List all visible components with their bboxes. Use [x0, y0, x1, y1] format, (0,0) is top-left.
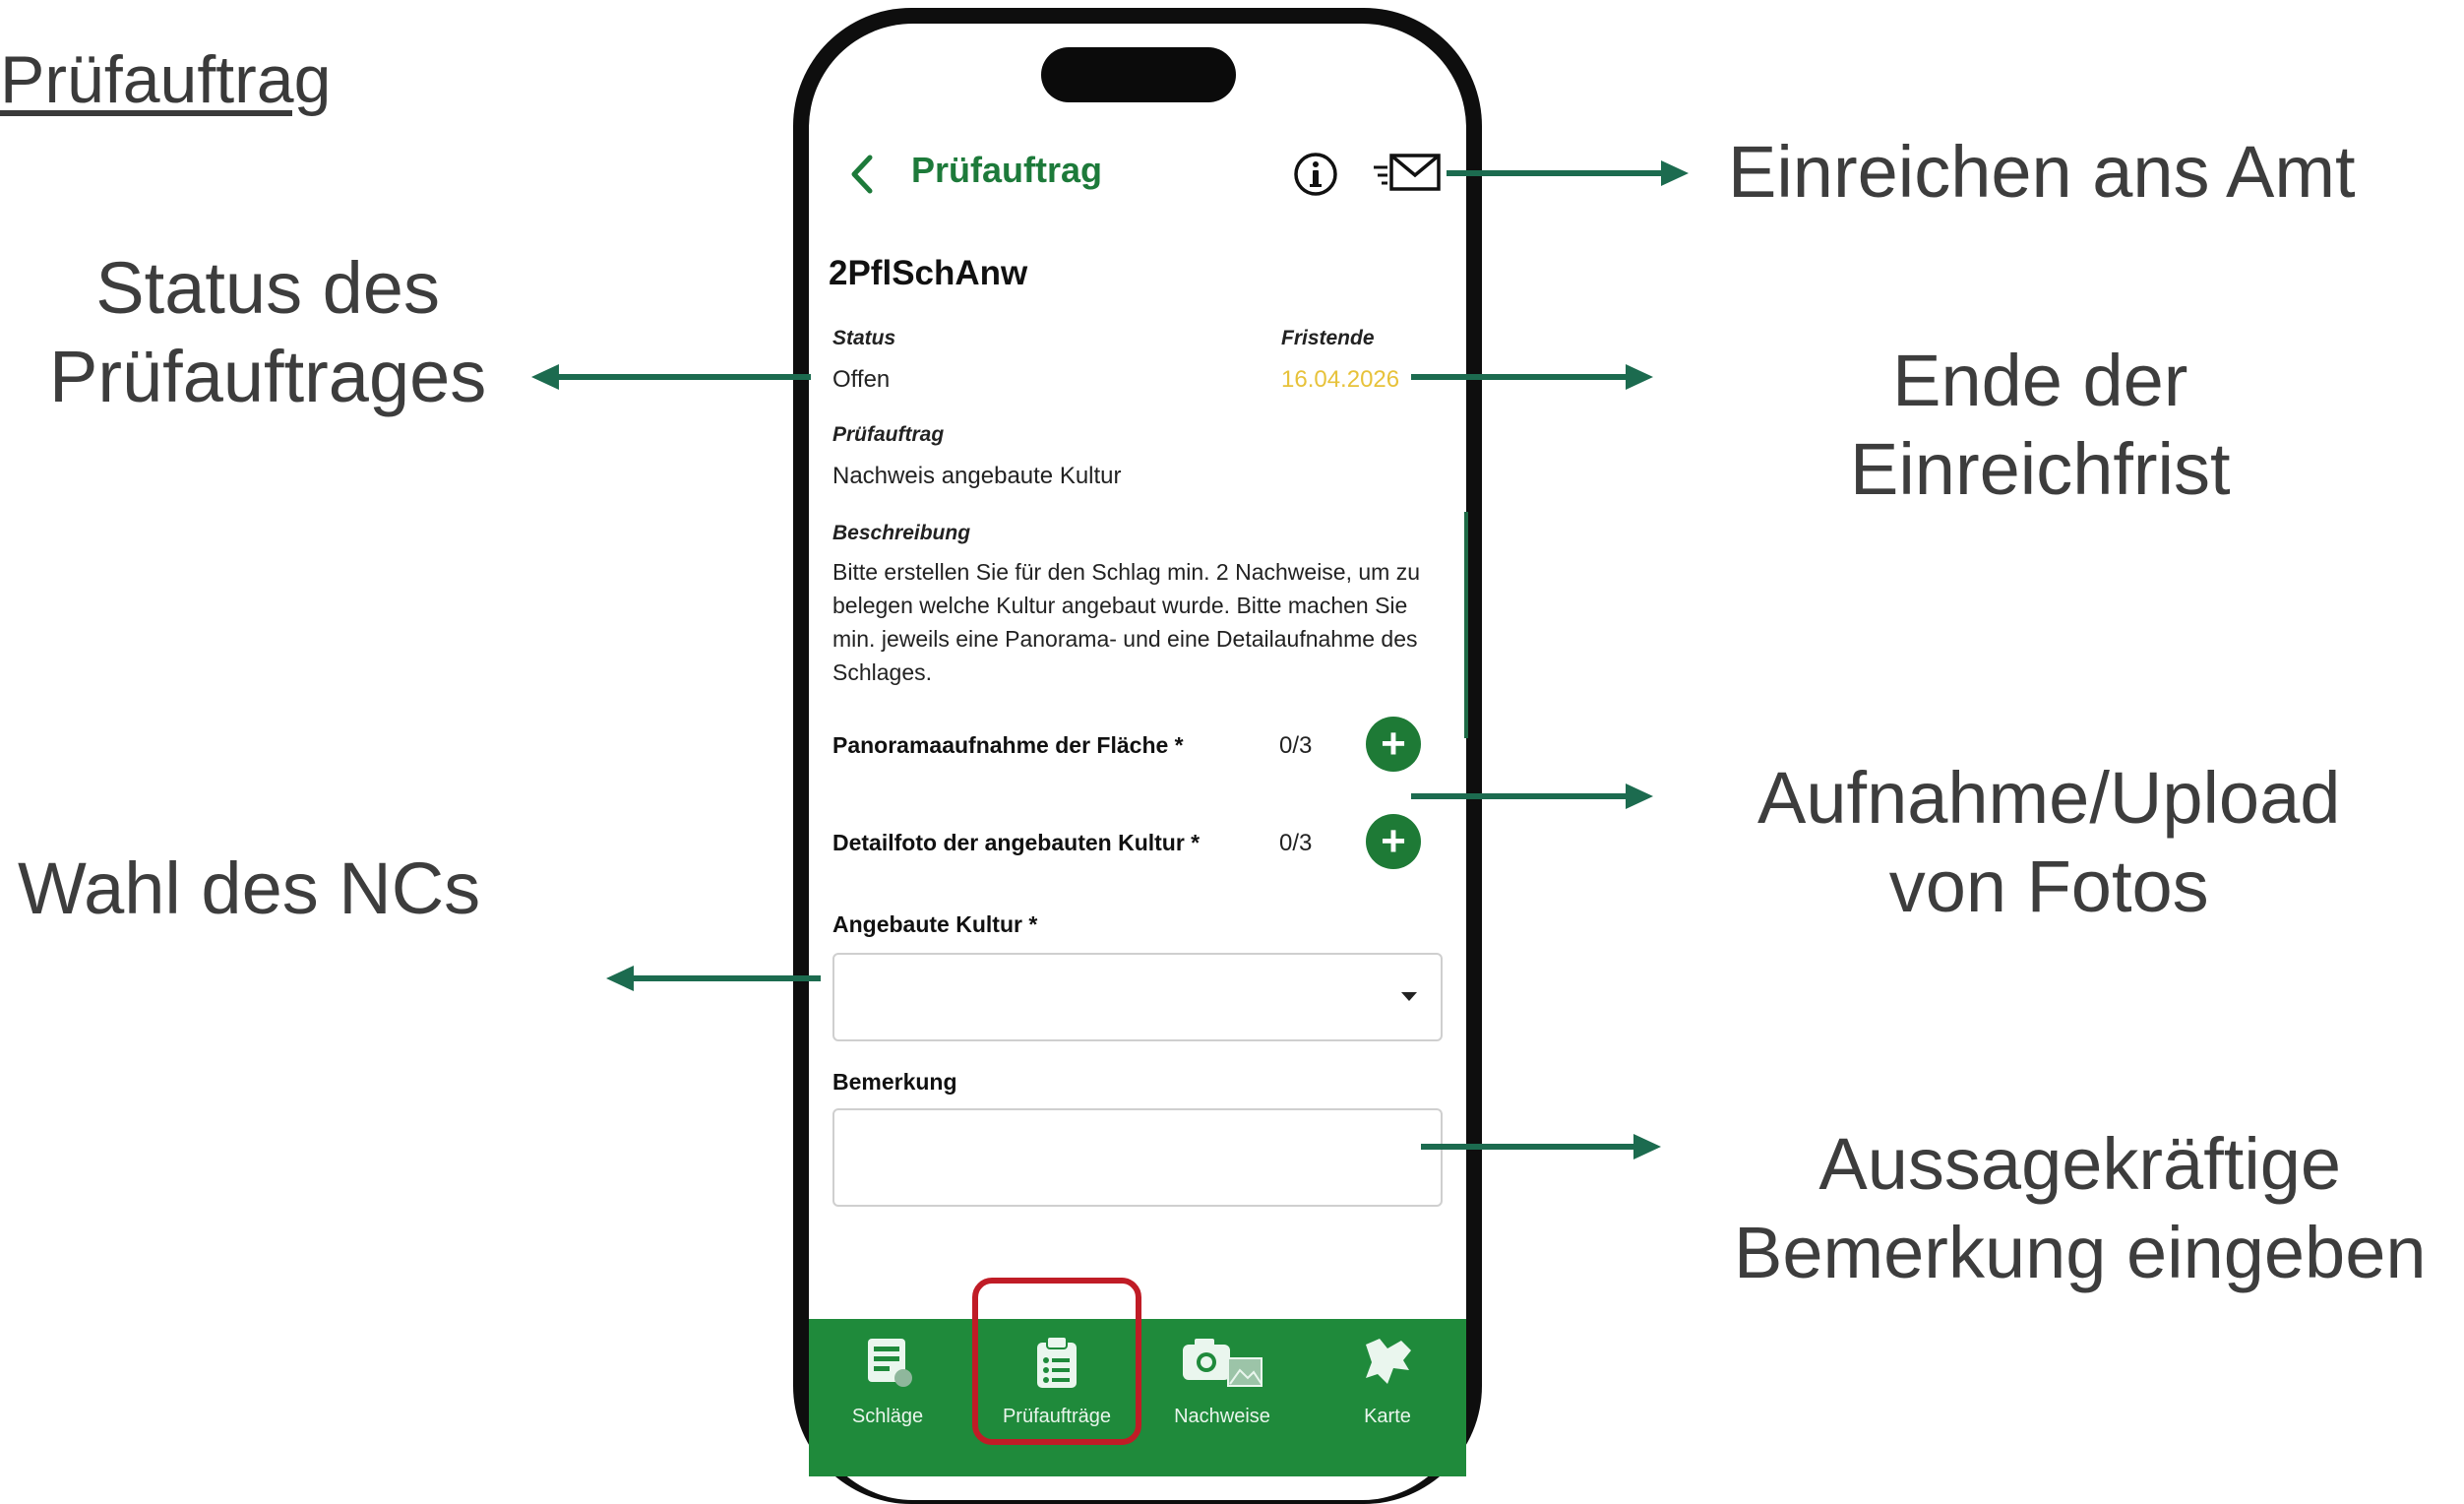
- nav-item-karte[interactable]: Karte: [1319, 1323, 1456, 1441]
- scrollbar[interactable]: [1464, 512, 1468, 738]
- record-name: 2PflSchAnw: [829, 254, 1028, 292]
- callout-deadline: Ende der Einreichfrist: [1850, 337, 2231, 514]
- nav-label-karte: Karte: [1364, 1406, 1411, 1427]
- photo-count-panorama: 0/3: [1279, 732, 1313, 759]
- callout-deadline-line2: Einreichfrist: [1850, 428, 2231, 510]
- send-mail-icon[interactable]: [1372, 148, 1445, 199]
- nav-label-schlaege: Schläge: [851, 1406, 924, 1427]
- slide-title: Prüfauftrag: [0, 42, 332, 117]
- phone-notch: [1041, 47, 1236, 102]
- callout-nc: Wahl des NCs: [18, 847, 481, 929]
- remark-field-label: Bemerkung: [832, 1069, 957, 1095]
- photo-row-label-detail: Detailfoto der angebauten Kultur *: [832, 830, 1201, 855]
- map-region-icon: [1366, 1339, 1411, 1384]
- deadline-label: Fristende: [1281, 327, 1375, 349]
- callout-deadline-line1: Ende der: [1892, 340, 2188, 421]
- nav-label-nachweise: Nachweise: [1174, 1406, 1270, 1427]
- fields-list-icon: [868, 1339, 912, 1387]
- status-value: Offen: [832, 366, 891, 393]
- crop-field-label: Angebaute Kultur *: [832, 911, 1038, 937]
- callout-upload-line1: Aufnahme/Upload: [1757, 757, 2341, 839]
- callout-remark: Aussagekräftige Bemerkung eingeben: [1734, 1120, 2427, 1297]
- add-photo-panorama-button[interactable]: +: [1366, 717, 1421, 772]
- photo-count-detail: 0/3: [1279, 830, 1313, 856]
- add-photo-detail-button[interactable]: +: [1366, 814, 1421, 869]
- callout-upload: Aufnahme/Upload von Fotos: [1757, 754, 2340, 931]
- deadline-value: 16.04.2026: [1281, 366, 1400, 393]
- description-text: Bitte erstellen Sie für den Schlag min. …: [832, 559, 1421, 685]
- task-value: Nachweis angebaute Kultur: [832, 463, 1122, 489]
- callout-remark-line2: Bemerkung eingeben: [1734, 1212, 2427, 1293]
- info-circle-icon[interactable]: [1291, 150, 1340, 199]
- callout-remark-line1: Aussagekräftige: [1818, 1123, 2342, 1205]
- nav-item-nachweise[interactable]: Nachweise: [1153, 1323, 1291, 1441]
- photo-row-label-panorama: Panoramaaufnahme der Fläche *: [832, 732, 1184, 758]
- nav-item-schlaege[interactable]: Schläge: [819, 1323, 956, 1441]
- crop-select[interactable]: [832, 953, 1443, 1041]
- callout-upload-line2: von Fotos: [1888, 846, 2209, 927]
- chevron-down-icon: [1401, 992, 1417, 1001]
- description-label: Beschreibung: [832, 522, 971, 544]
- plus-icon: +: [1381, 817, 1406, 865]
- phone-screen: [809, 24, 1466, 1500]
- callout-submit: Einreichen ans Amt: [1728, 131, 2356, 213]
- app-page-title: Prüfauftrag: [911, 150, 1103, 190]
- callout-status-line1: Status des: [95, 247, 440, 329]
- callout-status-line2: Prüfauftrages: [49, 336, 487, 417]
- status-label: Status: [832, 327, 896, 349]
- remark-input[interactable]: [832, 1108, 1443, 1207]
- nav-highlight-box: [972, 1278, 1141, 1445]
- task-label: Prüfauftrag: [832, 423, 945, 446]
- camera-gallery-icon: [1183, 1339, 1263, 1387]
- chevron-left-icon[interactable]: [844, 150, 884, 199]
- plus-icon: +: [1381, 720, 1406, 768]
- callout-status: Status des Prüfauftrages: [49, 244, 486, 421]
